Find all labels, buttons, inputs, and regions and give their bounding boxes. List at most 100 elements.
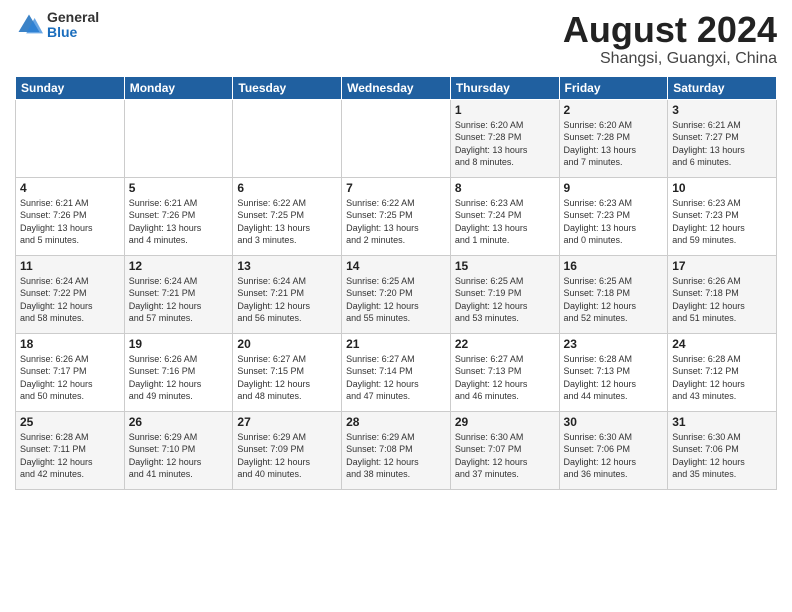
day-info: Sunrise: 6:26 AM Sunset: 7:16 PM Dayligh… — [129, 353, 229, 403]
weekday-header-tuesday: Tuesday — [233, 76, 342, 99]
day-number: 13 — [237, 259, 337, 273]
calendar-cell: 16 Sunrise: 6:25 AM Sunset: 7:18 PM Dayli… — [559, 255, 668, 333]
month-title: August 2024 — [563, 10, 777, 50]
day-info: Sunrise: 6:25 AM Sunset: 7:18 PM Dayligh… — [564, 275, 664, 325]
day-info: Sunrise: 6:27 AM Sunset: 7:15 PM Dayligh… — [237, 353, 337, 403]
day-info: Sunrise: 6:29 AM Sunset: 7:08 PM Dayligh… — [346, 431, 446, 481]
calendar-cell: 22 Sunrise: 6:27 AM Sunset: 7:13 PM Dayli… — [450, 333, 559, 411]
calendar-cell: 25 Sunrise: 6:28 AM Sunset: 7:11 PM Dayli… — [16, 411, 125, 489]
day-number: 8 — [455, 181, 555, 195]
day-number: 15 — [455, 259, 555, 273]
calendar-cell: 2 Sunrise: 6:20 AM Sunset: 7:28 PM Daylig… — [559, 99, 668, 177]
day-number: 24 — [672, 337, 772, 351]
day-info: Sunrise: 6:23 AM Sunset: 7:23 PM Dayligh… — [564, 197, 664, 247]
day-number: 26 — [129, 415, 229, 429]
day-info: Sunrise: 6:21 AM Sunset: 7:27 PM Dayligh… — [672, 119, 772, 169]
calendar-cell: 10 Sunrise: 6:23 AM Sunset: 7:23 PM Dayli… — [668, 177, 777, 255]
day-info: Sunrise: 6:22 AM Sunset: 7:25 PM Dayligh… — [237, 197, 337, 247]
calendar-cell: 14Sunrise: 6:25 AM Sunset: 7:20 PM Dayli… — [342, 255, 451, 333]
logo-text: General Blue — [47, 10, 99, 41]
calendar-cell: 4Sunrise: 6:21 AM Sunset: 7:26 PM Daylig… — [16, 177, 125, 255]
calendar-cell: 30Sunrise: 6:30 AM Sunset: 7:06 PM Dayli… — [559, 411, 668, 489]
day-number: 7 — [346, 181, 446, 195]
day-number: 27 — [237, 415, 337, 429]
calendar-body: 1 Sunrise: 6:20 AM Sunset: 7:28 PM Daylig… — [16, 99, 777, 489]
day-number: 25 — [20, 415, 120, 429]
calendar-cell: 1 Sunrise: 6:20 AM Sunset: 7:28 PM Daylig… — [450, 99, 559, 177]
day-info: Sunrise: 6:30 AM Sunset: 7:06 PM Dayligh… — [672, 431, 772, 481]
day-number: 23 — [564, 337, 664, 351]
day-info: Sunrise: 6:24 AM Sunset: 7:22 PM Dayligh… — [20, 275, 120, 325]
day-info: Sunrise: 6:26 AM Sunset: 7:17 PM Dayligh… — [20, 353, 120, 403]
day-info: Sunrise: 6:23 AM Sunset: 7:23 PM Dayligh… — [672, 197, 772, 247]
day-info: Sunrise: 6:28 AM Sunset: 7:12 PM Dayligh… — [672, 353, 772, 403]
calendar-cell: 15 Sunrise: 6:25 AM Sunset: 7:19 PM Dayli… — [450, 255, 559, 333]
calendar-cell: 7 Sunrise: 6:22 AM Sunset: 7:25 PM Daylig… — [342, 177, 451, 255]
calendar-cell: 11 Sunrise: 6:24 AM Sunset: 7:22 PM Dayli… — [16, 255, 125, 333]
calendar-week-3: 11 Sunrise: 6:24 AM Sunset: 7:22 PM Dayli… — [16, 255, 777, 333]
calendar-cell: 23 Sunrise: 6:28 AM Sunset: 7:13 PM Dayli… — [559, 333, 668, 411]
calendar-cell: 18 Sunrise: 6:26 AM Sunset: 7:17 PM Dayli… — [16, 333, 125, 411]
day-number: 18 — [20, 337, 120, 351]
day-info: Sunrise: 6:22 AM Sunset: 7:25 PM Dayligh… — [346, 197, 446, 247]
weekday-header-monday: Monday — [124, 76, 233, 99]
calendar-week-5: 25 Sunrise: 6:28 AM Sunset: 7:11 PM Dayli… — [16, 411, 777, 489]
day-info: Sunrise: 6:20 AM Sunset: 7:28 PM Dayligh… — [564, 119, 664, 169]
calendar-cell: 26Sunrise: 6:29 AM Sunset: 7:10 PM Dayli… — [124, 411, 233, 489]
day-info: Sunrise: 6:28 AM Sunset: 7:11 PM Dayligh… — [20, 431, 120, 481]
calendar-cell: 24 Sunrise: 6:28 AM Sunset: 7:12 PM Dayli… — [668, 333, 777, 411]
calendar-cell — [16, 99, 125, 177]
weekday-header-row: SundayMondayTuesdayWednesdayThursdayFrid… — [16, 76, 777, 99]
calendar-week-1: 1 Sunrise: 6:20 AM Sunset: 7:28 PM Daylig… — [16, 99, 777, 177]
day-info: Sunrise: 6:30 AM Sunset: 7:06 PM Dayligh… — [564, 431, 664, 481]
day-number: 20 — [237, 337, 337, 351]
page-container: General Blue August 2024 Shangsi, Guangx… — [0, 0, 792, 495]
calendar-week-4: 18 Sunrise: 6:26 AM Sunset: 7:17 PM Dayli… — [16, 333, 777, 411]
day-number: 31 — [672, 415, 772, 429]
logo-icon — [15, 11, 43, 39]
day-info: Sunrise: 6:24 AM Sunset: 7:21 PM Dayligh… — [237, 275, 337, 325]
day-number: 28 — [346, 415, 446, 429]
day-number: 19 — [129, 337, 229, 351]
day-number: 10 — [672, 181, 772, 195]
day-info: Sunrise: 6:20 AM Sunset: 7:28 PM Dayligh… — [455, 119, 555, 169]
calendar-cell: 20 Sunrise: 6:27 AM Sunset: 7:15 PM Dayli… — [233, 333, 342, 411]
day-number: 6 — [237, 181, 337, 195]
calendar-cell: 5Sunrise: 6:21 AM Sunset: 7:26 PM Daylig… — [124, 177, 233, 255]
day-number: 17 — [672, 259, 772, 273]
day-number: 11 — [20, 259, 120, 273]
day-info: Sunrise: 6:25 AM Sunset: 7:19 PM Dayligh… — [455, 275, 555, 325]
day-info: Sunrise: 6:27 AM Sunset: 7:13 PM Dayligh… — [455, 353, 555, 403]
day-number: 22 — [455, 337, 555, 351]
calendar-week-2: 4Sunrise: 6:21 AM Sunset: 7:26 PM Daylig… — [16, 177, 777, 255]
calendar-cell — [342, 99, 451, 177]
day-info: Sunrise: 6:30 AM Sunset: 7:07 PM Dayligh… — [455, 431, 555, 481]
title-block: August 2024 Shangsi, Guangxi, China — [563, 10, 777, 68]
day-number: 3 — [672, 103, 772, 117]
calendar-cell: 13 Sunrise: 6:24 AM Sunset: 7:21 PM Dayli… — [233, 255, 342, 333]
day-number: 5 — [129, 181, 229, 195]
calendar-cell: 12Sunrise: 6:24 AM Sunset: 7:21 PM Dayli… — [124, 255, 233, 333]
day-number: 2 — [564, 103, 664, 117]
day-info: Sunrise: 6:23 AM Sunset: 7:24 PM Dayligh… — [455, 197, 555, 247]
header: General Blue August 2024 Shangsi, Guangx… — [15, 10, 777, 68]
logo: General Blue — [15, 10, 99, 41]
weekday-header-friday: Friday — [559, 76, 668, 99]
calendar-cell — [233, 99, 342, 177]
day-info: Sunrise: 6:26 AM Sunset: 7:18 PM Dayligh… — [672, 275, 772, 325]
day-number: 29 — [455, 415, 555, 429]
calendar-cell: 19 Sunrise: 6:26 AM Sunset: 7:16 PM Dayli… — [124, 333, 233, 411]
logo-general: General — [47, 10, 99, 25]
day-info: Sunrise: 6:21 AM Sunset: 7:26 PM Dayligh… — [20, 197, 120, 247]
day-info: Sunrise: 6:24 AM Sunset: 7:21 PM Dayligh… — [129, 275, 229, 325]
weekday-header-thursday: Thursday — [450, 76, 559, 99]
calendar-cell: 28 Sunrise: 6:29 AM Sunset: 7:08 PM Dayli… — [342, 411, 451, 489]
location: Shangsi, Guangxi, China — [563, 50, 777, 68]
calendar-cell: 27Sunrise: 6:29 AM Sunset: 7:09 PM Dayli… — [233, 411, 342, 489]
calendar-cell: 6 Sunrise: 6:22 AM Sunset: 7:25 PM Daylig… — [233, 177, 342, 255]
day-number: 16 — [564, 259, 664, 273]
day-number: 1 — [455, 103, 555, 117]
day-number: 14 — [346, 259, 446, 273]
day-info: Sunrise: 6:28 AM Sunset: 7:13 PM Dayligh… — [564, 353, 664, 403]
calendar-cell: 31 Sunrise: 6:30 AM Sunset: 7:06 PM Dayli… — [668, 411, 777, 489]
